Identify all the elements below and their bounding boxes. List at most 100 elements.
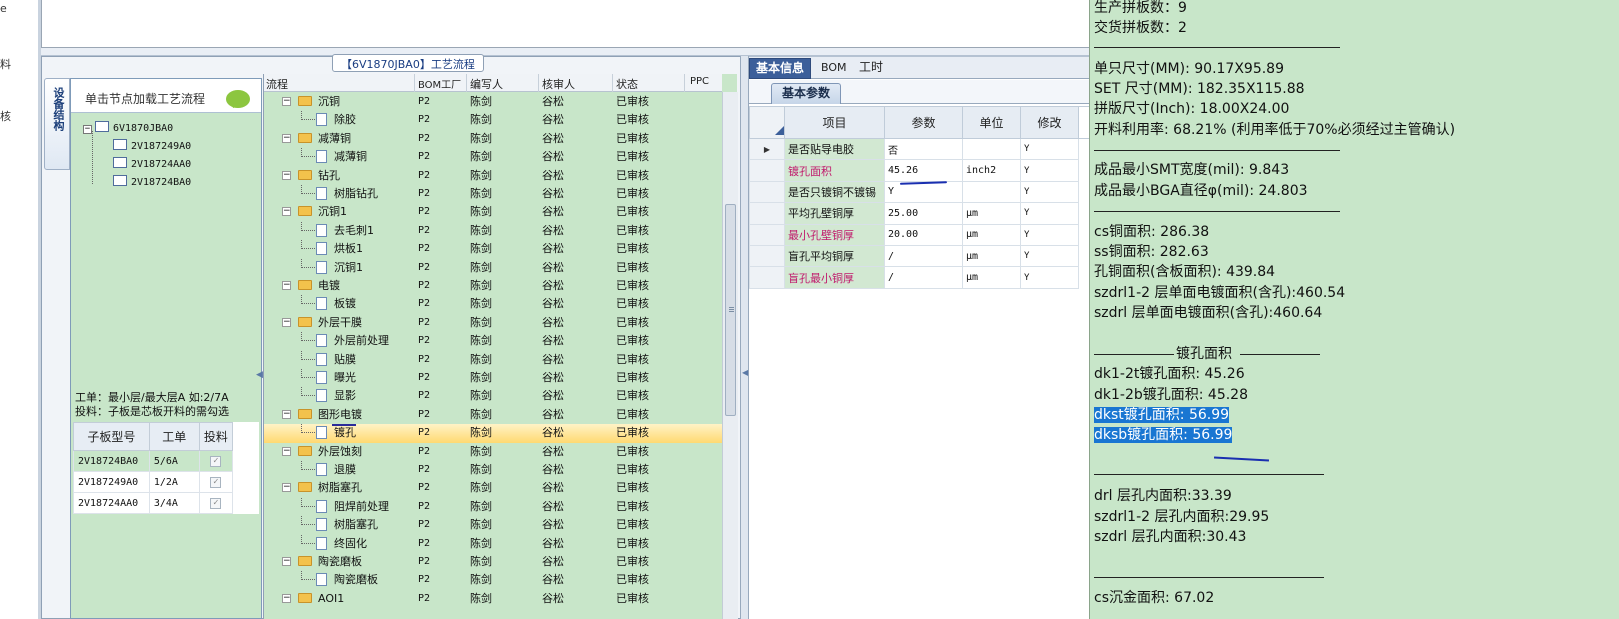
- process-row[interactable]: − 电镀 P2 陈剑 谷松 已审核: [264, 277, 722, 295]
- param-row[interactable]: 盲孔平均铜厚 / μm Y: [749, 244, 1089, 268]
- process-row[interactable]: − 陶瓷磨板 P2 陈剑 谷松 已审核: [264, 553, 722, 571]
- tab-basic-info[interactable]: 基本信息: [749, 58, 812, 79]
- col-header-writer[interactable]: 编写人: [470, 76, 503, 92]
- process-row[interactable]: − 减薄铜 P2 陈剑 谷松 已审核: [264, 130, 722, 148]
- tree-node-root[interactable]: − 6V1870JBA0: [83, 121, 173, 137]
- tab-basic-params[interactable]: 基本参数: [771, 83, 842, 104]
- collapse-icon[interactable]: −: [282, 483, 291, 493]
- process-row[interactable]: 外层前处理 P2 陈剑 谷松 已审核: [264, 332, 722, 350]
- col-header-value[interactable]: 参数: [884, 106, 963, 139]
- scrollbar-thumb[interactable]: [725, 204, 736, 416]
- col-header-ppc[interactable]: PPC: [690, 76, 709, 87]
- param-row[interactable]: 平均孔壁铜厚 25.00 μm Y: [749, 202, 1089, 225]
- process-row[interactable]: 曝光 P2 陈剑 谷松 已审核: [264, 369, 722, 387]
- vertical-splitter[interactable]: ◀: [740, 56, 749, 619]
- checkbox[interactable]: ✓: [210, 498, 222, 509]
- collapse-icon[interactable]: −: [282, 133, 291, 143]
- collapse-icon[interactable]: −: [83, 125, 92, 134]
- process-row[interactable]: − 钻孔 P2 陈剑 谷松 已审核: [264, 167, 722, 185]
- col-header-edit[interactable]: 修改: [1020, 106, 1079, 139]
- process-row[interactable]: − AOI1 P2 陈剑 谷松 已审核: [264, 590, 722, 608]
- collapse-icon[interactable]: −: [282, 170, 291, 180]
- collapse-icon[interactable]: −: [282, 409, 291, 419]
- process-row[interactable]: − 外层蚀刻 P2 陈剑 谷松 已审核: [264, 443, 722, 461]
- checkbox[interactable]: ✓: [210, 456, 222, 467]
- process-row[interactable]: 镀孔 P2 陈剑 谷松 已审核: [264, 424, 722, 443]
- col-header-feed[interactable]: 投料: [198, 422, 234, 451]
- process-row[interactable]: 退膜 P2 陈剑 谷松 已审核: [264, 461, 722, 479]
- col-header-flow[interactable]: 流程: [266, 76, 288, 92]
- column-separator[interactable]: [466, 74, 467, 92]
- param-value[interactable]: 否: [884, 137, 963, 161]
- tree-node-child[interactable]: 2V18724BA0: [113, 175, 191, 191]
- process-row[interactable]: − 图形电镀 P2 陈剑 谷松 已审核: [264, 406, 722, 424]
- process-row[interactable]: 减薄铜 P2 陈剑 谷松 已审核: [264, 148, 722, 166]
- process-row[interactable]: 树脂钻孔 P2 陈剑 谷松 已审核: [264, 185, 722, 203]
- col-header-bom[interactable]: BOM工厂: [418, 76, 461, 91]
- column-separator[interactable]: [414, 74, 415, 92]
- checkbox[interactable]: ✓: [210, 477, 222, 488]
- process-row[interactable]: − 沉铜 P2 陈剑 谷松 已审核: [264, 93, 722, 111]
- param-value[interactable]: 25.00: [884, 202, 963, 225]
- horizontal-splitter[interactable]: [41, 48, 1124, 56]
- collapse-icon[interactable]: −: [282, 207, 291, 217]
- collapse-icon[interactable]: −: [282, 97, 291, 106]
- tree-node-child[interactable]: 2V18724AA0: [113, 157, 191, 173]
- col-header-status[interactable]: 状态: [616, 76, 638, 92]
- process-row[interactable]: 板镀 P2 陈剑 谷松 已审核: [264, 295, 722, 313]
- process-row[interactable]: − 沉铜1 P2 陈剑 谷松 已审核: [264, 203, 722, 221]
- tab-bom[interactable]: BOM: [815, 58, 853, 79]
- param-value[interactable]: 20.00: [884, 223, 963, 246]
- tree-node-child[interactable]: 2V187249A0: [113, 139, 191, 155]
- column-separator[interactable]: [684, 74, 685, 92]
- process-row[interactable]: 沉铜1 P2 陈剑 谷松 已审核: [264, 258, 722, 277]
- param-row[interactable]: 最小孔壁铜厚 20.00 μm Y: [749, 223, 1089, 246]
- param-value[interactable]: /: [884, 266, 963, 289]
- column-separator[interactable]: [538, 74, 539, 92]
- col-header-model[interactable]: 子板型号: [73, 422, 150, 451]
- param-row[interactable]: 是否只镀铜不镀锡 Y Y: [749, 180, 1089, 204]
- col-header-unit[interactable]: 单位: [962, 106, 1021, 139]
- step-writer: 陈剑: [470, 518, 492, 532]
- column-separator[interactable]: [612, 74, 613, 92]
- table-row[interactable]: 2V18724AA0 3/4A ✓: [73, 492, 259, 514]
- process-row[interactable]: 贴膜 P2 陈剑 谷松 已审核: [264, 350, 722, 369]
- param-row[interactable]: ▶ 是否贴导电胶否 Y: [749, 137, 1089, 161]
- note-text: cs铜面积: 286.38: [1094, 224, 1210, 240]
- collapse-icon[interactable]: −: [282, 593, 291, 603]
- process-row[interactable]: − 外层干膜 P2 陈剑 谷松 已审核: [264, 314, 722, 332]
- note-text[interactable]: dkst镀孔面积: 56.99: [1094, 407, 1230, 423]
- collapse-arrow-icon[interactable]: ◀: [256, 370, 263, 380]
- table-row[interactable]: 2V18724BA0 5/6A ✓: [73, 450, 259, 472]
- step-writer: 陈剑: [470, 297, 492, 311]
- process-row[interactable]: 显影 P2 陈剑 谷松 已审核: [264, 387, 722, 405]
- collapse-icon[interactable]: −: [282, 317, 291, 327]
- collapse-arrow-icon[interactable]: ◀: [742, 368, 748, 377]
- vertical-scrollbar[interactable]: [722, 92, 738, 619]
- collapse-icon[interactable]: −: [282, 281, 291, 290]
- param-row[interactable]: 盲孔最小铜厚 / μm Y: [749, 266, 1089, 289]
- col-header-item[interactable]: 项目: [784, 106, 885, 139]
- param-value[interactable]: /: [884, 244, 963, 268]
- process-row[interactable]: 树脂塞孔 P2 陈剑 谷松 已审核: [264, 516, 722, 534]
- table-row[interactable]: 2V187249A0 1/2A ✓: [73, 471, 259, 493]
- col-header-checker[interactable]: 核审人: [542, 76, 575, 92]
- collapse-icon[interactable]: −: [282, 446, 291, 456]
- folder-icon: [298, 96, 312, 106]
- process-row[interactable]: 终固化 P2 陈剑 谷松 已审核: [264, 534, 722, 553]
- process-row[interactable]: − 树脂塞孔 P2 陈剑 谷松 已审核: [264, 479, 722, 497]
- speech-bubble-icon[interactable]: [226, 90, 250, 108]
- process-row[interactable]: 陶瓷磨板 P2 陈剑 谷松 已审核: [264, 571, 722, 589]
- param-value[interactable]: Y: [884, 180, 963, 204]
- process-row[interactable]: 烘板1 P2 陈剑 谷松 已审核: [264, 240, 722, 258]
- tab-equipment-structure[interactable]: 设备结构: [44, 78, 70, 170]
- tab-hours[interactable]: 工时: [853, 58, 889, 79]
- param-row[interactable]: 镀孔面积 45.26 inch2 Y: [749, 159, 1089, 182]
- process-row[interactable]: 去毛刺1 P2 陈剑 谷松 已审核: [264, 221, 722, 240]
- process-row[interactable]: 阻焊前处理 P2 陈剑 谷松 已审核: [264, 497, 722, 516]
- col-header-order[interactable]: 工单: [148, 422, 200, 451]
- note-text[interactable]: dksb镀孔面积: 56.99: [1094, 427, 1233, 443]
- param-value[interactable]: 45.26: [884, 159, 963, 182]
- collapse-icon[interactable]: −: [282, 557, 291, 566]
- process-row[interactable]: 除胶 P2 陈剑 谷松 已审核: [264, 111, 722, 129]
